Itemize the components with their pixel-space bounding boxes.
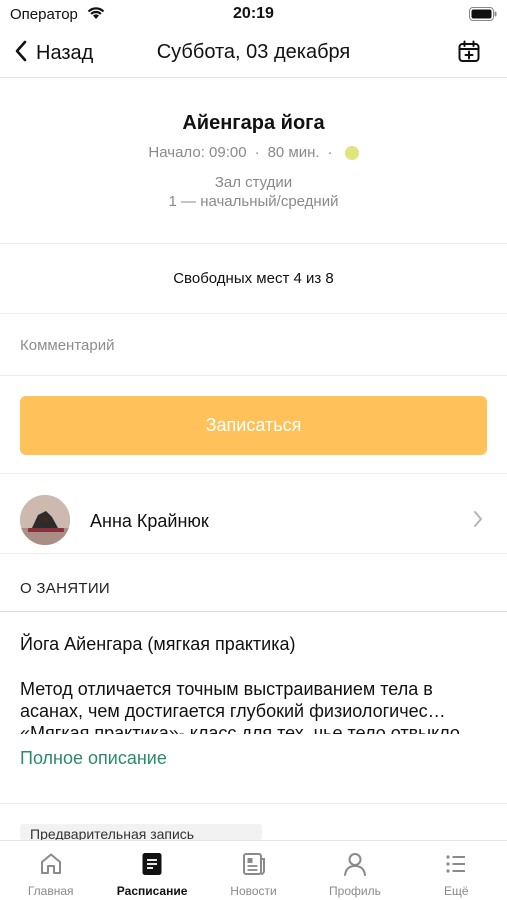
tab-more[interactable]: Ещё (406, 841, 507, 900)
status-bar: Оператор 20:19 (0, 0, 507, 30)
tab-label: Главная (27, 884, 74, 898)
tab-home[interactable]: Главная (0, 841, 101, 900)
tab-label: Профиль (329, 884, 381, 898)
class-meta: Начало: 09:00 · 80 мин. · (0, 144, 507, 161)
meta-separator: · (327, 144, 333, 161)
battery-icon (469, 7, 497, 26)
tab-news[interactable]: Новости (203, 841, 304, 900)
tab-schedule[interactable]: Расписание (101, 841, 202, 900)
about-section-header: О ЗАНЯТИИ (0, 554, 507, 612)
full-description-link[interactable]: Полное описание (20, 748, 167, 769)
tab-label: Ещё (444, 884, 469, 898)
navigation-bar: Назад Суббота, 03 декабря (0, 30, 507, 78)
schedule-icon (139, 851, 165, 882)
tab-label: Расписание (116, 884, 188, 898)
description-title: Йога Айенгара (мягкая практика) (20, 634, 296, 654)
prebook-badge: Предварительная запись (20, 824, 262, 840)
trainer-avatar (20, 495, 70, 545)
chevron-left-icon (14, 40, 28, 67)
level-color-indicator (344, 145, 359, 160)
trainer-name: Анна Крайнюк (90, 511, 209, 531)
chevron-right-icon (473, 510, 483, 533)
class-hall: Зал студии (214, 174, 293, 191)
class-header: Айенгара йога Начало: 09:00 · 80 мин. · … (0, 78, 507, 244)
clock: 20:19 (233, 5, 274, 22)
class-level: 1 — начальный/средний (168, 193, 339, 210)
signup-section: Записаться (0, 376, 507, 474)
back-button-label: Назад (36, 41, 94, 64)
comment-input[interactable] (20, 332, 480, 358)
class-duration: 80 мин. (267, 144, 320, 161)
tab-profile[interactable]: Профиль (304, 841, 405, 900)
class-title: Айенгара йога (182, 112, 325, 134)
class-description: Йога Айенгара (мягкая практика) Метод от… (0, 612, 507, 804)
signup-button[interactable]: Записаться (20, 396, 487, 455)
tab-label: Новости (230, 884, 277, 898)
section-title: О ЗАНЯТИИ (20, 580, 110, 597)
calendar-add-icon (457, 40, 481, 68)
add-to-calendar-button[interactable] (457, 40, 481, 69)
meta-separator: · (254, 144, 260, 161)
description-text: Метод отличается точным выстраиванием те… (20, 679, 460, 734)
tab-bar: Главная Расписание Новости Профиль Ещё (0, 840, 507, 900)
prebook-label: Предварительная запись (30, 826, 195, 840)
more-icon (443, 851, 469, 882)
comment-row (0, 314, 507, 376)
trainer-row[interactable]: Анна Крайнюк (0, 474, 507, 554)
home-icon (38, 851, 64, 882)
news-icon (241, 851, 267, 882)
profile-icon (342, 851, 368, 882)
free-spots: Свободных мест 4 из 8 (0, 244, 507, 314)
back-button[interactable]: Назад (14, 38, 93, 68)
class-start-time: Начало: 09:00 (148, 144, 247, 161)
